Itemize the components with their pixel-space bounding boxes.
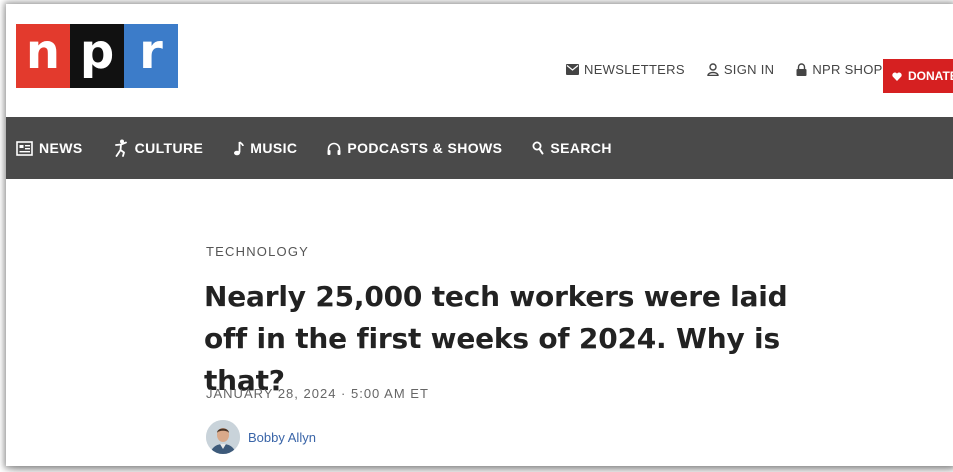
byline: Bobby Allyn — [206, 420, 316, 454]
nav-item-music[interactable]: MUSIC — [233, 140, 297, 156]
logo-letter-n: n — [16, 24, 70, 88]
newsletters-label: NEWSLETTERS — [584, 62, 685, 77]
headphones-icon — [327, 142, 341, 155]
article-dateline: JANUARY 28, 2024 · 5:00 AM ET — [206, 386, 429, 401]
donate-button[interactable]: DONATE — [883, 59, 953, 93]
nav-label-search: SEARCH — [550, 140, 612, 156]
nav-label-podcasts-shows: PODCASTS & SHOWS — [347, 140, 503, 156]
newsletters-link[interactable]: NEWSLETTERS — [566, 62, 685, 77]
nav-item-podcasts-shows[interactable]: PODCASTS & SHOWS — [327, 140, 502, 156]
article-category[interactable]: TECHNOLOGY — [206, 244, 309, 259]
article-headline: Nearly 25,000 tech workers were laid off… — [204, 280, 788, 397]
nav-item-culture[interactable]: CULTURE — [113, 139, 204, 157]
top-links: NEWSLETTERS SIGN IN NPR SHOP — [566, 62, 905, 77]
logo-letter-r: r — [124, 24, 178, 88]
npr-shop-label: NPR SHOP — [812, 62, 883, 77]
sign-in-link[interactable]: SIGN IN — [707, 62, 775, 77]
logo-letter-p: p — [70, 24, 124, 88]
npr-article-page: n p r NEWSLETTERS SIGN IN NPR SHOP DONAT… — [6, 4, 953, 466]
main-nav: NEWS CULTURE MUSIC PODCASTS & SHOWS SEAR… — [6, 117, 953, 179]
envelope-icon — [566, 64, 579, 75]
nav-label-news: NEWS — [39, 140, 83, 156]
nav-label-culture: CULTURE — [134, 140, 204, 156]
nav-label-music: MUSIC — [250, 140, 298, 156]
search-icon — [532, 141, 544, 155]
culture-icon — [114, 139, 127, 157]
nav-item-search[interactable]: SEARCH — [532, 140, 612, 156]
music-note-icon — [234, 140, 245, 155]
npr-shop-link[interactable]: NPR SHOP — [796, 62, 882, 77]
sign-in-label: SIGN IN — [723, 62, 775, 77]
lock-icon — [796, 63, 807, 76]
news-icon — [16, 140, 33, 156]
author-photo-icon — [206, 420, 240, 454]
donate-label: DONATE — [908, 69, 953, 83]
author-avatar[interactable] — [206, 420, 240, 454]
nav-item-news[interactable]: NEWS — [16, 140, 83, 156]
heart-icon — [892, 72, 902, 81]
npr-logo[interactable]: n p r — [16, 24, 178, 88]
author-link[interactable]: Bobby Allyn — [248, 430, 316, 445]
user-icon — [707, 63, 719, 76]
